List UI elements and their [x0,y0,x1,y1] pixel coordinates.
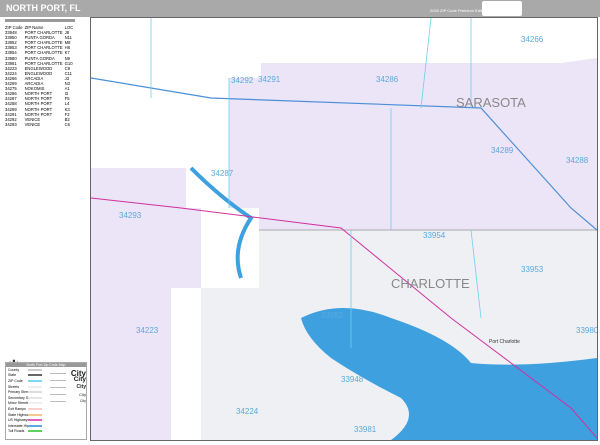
legend-label: US Highways [8,418,28,423]
legend-swatch [28,374,42,377]
legend-swatch [28,424,42,427]
city-sample-label: City [79,391,86,397]
legend-label: State Highways [8,412,28,417]
zip-label: 34286 [376,75,399,84]
table-row: 33954 PORT CHARLOTTE K7 [5,50,75,55]
legend-swatch [28,379,42,382]
zip-table-header-bar [5,19,75,22]
table-row: 34291 NORTH PORT F2 [5,112,75,117]
area-label-charlotte: CHARLOTTE [391,276,470,291]
zip-label: 33948 [341,375,364,384]
table-row: 34293 VENICE C6 [5,122,75,127]
zip-label: 34224 [236,407,259,416]
zip-label: 34293 [119,211,142,220]
table-row: 33980 PUNTA GORDA N9 [5,56,75,61]
city-sample: City [50,384,86,391]
table-cell: PORT CHARLOTTE [24,50,63,56]
table-row: 34288 NORTH PORT L4 [5,101,75,106]
legend-swatch [28,368,42,371]
legend-swatch [28,413,42,416]
zip-table: ZIP Code ZIP Name LOC 33948 PORT CHARLOTT… [5,25,75,127]
zip-label: 34266 [521,35,544,44]
zip-label: 34289 [491,146,514,155]
legend-swatch [28,385,42,388]
sarasota-county-area [229,58,597,230]
zip-label: 33980 [576,326,597,335]
zip-label: 33952 [321,311,344,320]
city-sample: City [50,391,86,398]
legend-swatch [28,391,42,394]
logo [482,1,522,16]
legend-label: County [8,367,20,372]
legend-swatch [28,396,42,399]
zip-label: 33954 [423,231,446,240]
legend-label: Exit Ramps [8,406,26,411]
zip-label: 33981 [354,425,377,434]
table-cell: PORT CHARLOTTE [24,60,63,66]
legend-swatch [28,419,42,422]
city-sample-label: City [79,398,86,403]
zip-label: 34291 [258,75,281,84]
table-cell: VENICE [24,121,41,127]
legend-item: Toll Roads [6,429,48,435]
place-label-port-charlotte: Port Charlotte [489,339,520,345]
zip-label: 34287 [211,169,234,178]
area-label-sarasota: SARASOTA [456,95,526,110]
legend-label: ZIP Code [8,378,23,383]
header: NORTH PORT, FL 2025 ZIP Code Premium Edi… [0,0,600,17]
map-title: NORTH PORT, FL [6,3,81,13]
city-sample-label: City [73,376,86,384]
map-canvas[interactable]: 34292 34291 34286 34266 34289 34288 34287 34293… [90,17,599,441]
zip-label: 34292 [231,76,254,85]
edition-label: 2025 ZIP Code Premium Edition [430,8,488,13]
legend-label: Toll Roads [8,429,25,434]
city-sample: City [50,377,86,384]
table-row: 34289 NORTH PORT K3 [5,107,75,112]
zip-label: 34288 [566,156,589,165]
legend-swatch [28,430,42,433]
legend-label: Minor Streets [8,401,28,406]
legend-swatch [28,402,42,405]
legend: North Port Zip Code Map County State ZIP C… [5,362,87,440]
table-row: 33981 PORT CHARLOTTE G10 [5,61,75,66]
city-size-samples: City City City City City [50,369,86,405]
legend-label: State [8,373,17,378]
zip-label: 34223 [136,326,159,335]
table-cell: 34293 [5,121,17,127]
legend-label: Secondary Streets [8,395,28,400]
city-sample: City [50,398,86,405]
table-cell: C6 [64,121,70,127]
city-sample-label: City [76,384,86,390]
legend-label: Interstate Highways [8,423,28,428]
legend-label: Streets [8,384,20,389]
legend-label: Primary Streets [8,390,28,395]
legend-swatch [28,407,42,410]
zip-label: 33953 [521,265,544,274]
